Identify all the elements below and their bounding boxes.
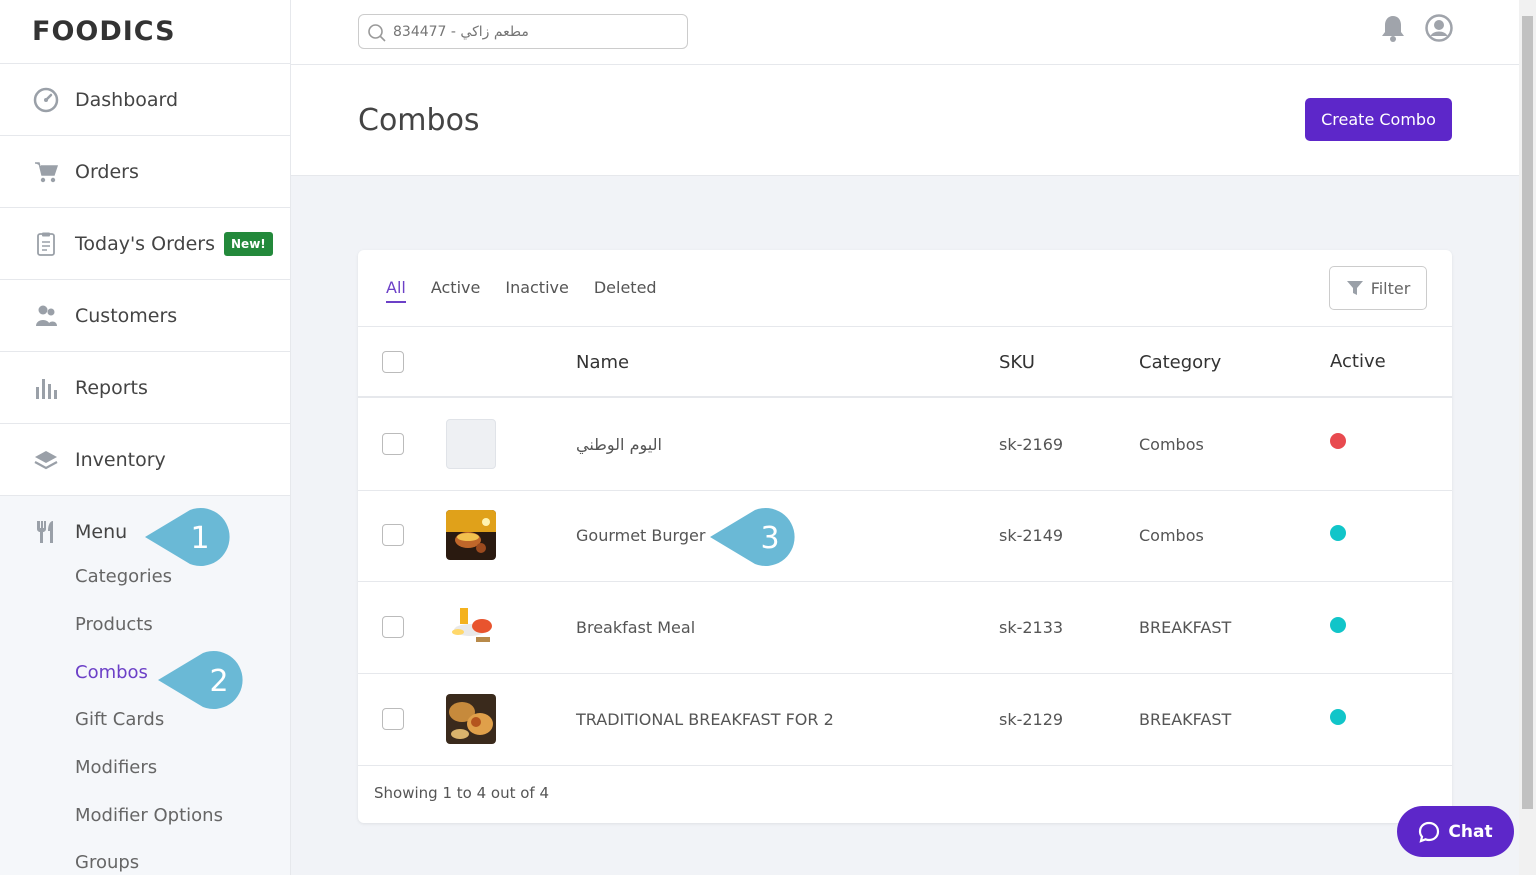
search-box[interactable] [358, 14, 688, 49]
sidebar-item-reports[interactable]: Reports [0, 352, 290, 424]
row-checkbox[interactable] [382, 433, 404, 455]
chat-bubble-icon [1418, 821, 1440, 843]
burger-image [446, 510, 496, 560]
sidebar-subitem-products[interactable]: Products [0, 601, 290, 649]
combo-name: Gourmet Burger [576, 526, 705, 545]
logo-text: FOODICS [32, 16, 176, 47]
sidebar-item-label: Reports [75, 377, 148, 399]
layers-icon [32, 446, 60, 474]
row-checkbox[interactable] [382, 524, 404, 546]
column-header-active[interactable]: Active [1330, 351, 1386, 372]
pagination-summary: Showing 1 to 4 out of 4 [374, 784, 549, 802]
callout-number: 3 [760, 521, 779, 556]
combo-category: Combos [1139, 435, 1204, 454]
table-header: Name SKU Category Active [358, 326, 1452, 398]
sidebar-item-orders[interactable]: Orders [0, 136, 290, 208]
combo-name: Breakfast Meal [576, 618, 695, 637]
sidebar-item-label: Inventory [75, 449, 166, 471]
sidebar-item-label: Today's Orders [75, 233, 215, 255]
filter-label: Filter [1371, 279, 1411, 298]
combo-sku: sk-2129 [999, 710, 1063, 729]
sidebar-item-inventory[interactable]: Inventory [0, 424, 290, 496]
combo-name: اليوم الوطني [576, 435, 662, 454]
sidebar-item-label: Orders [75, 161, 139, 183]
combo-sku: sk-2133 [999, 618, 1063, 637]
sidebar-item-dashboard[interactable]: Dashboard [0, 64, 290, 136]
table-row[interactable]: TRADITIONAL BREAKFAST FOR 2 sk-2129 BREA… [358, 674, 1452, 766]
sidebar-item-label: Dashboard [75, 89, 178, 111]
sidebar-item-label: Menu [75, 521, 127, 543]
foodics-logo[interactable]: FOODICS [0, 0, 290, 64]
page-header: Combos Create Combo [291, 65, 1519, 176]
active-status-dot [1330, 617, 1346, 633]
combo-sku: sk-2149 [999, 526, 1063, 545]
callout-marker: 2 [158, 649, 255, 711]
callout-number: 1 [190, 521, 209, 556]
column-header-sku[interactable]: SKU [999, 352, 1035, 373]
row-checkbox[interactable] [382, 708, 404, 730]
sidebar-item-label: Customers [75, 305, 177, 327]
combo-category: BREAKFAST [1139, 710, 1231, 729]
create-combo-button[interactable]: Create Combo [1305, 98, 1452, 141]
page-title: Combos [358, 103, 480, 138]
search-input[interactable] [393, 24, 673, 40]
column-header-name[interactable]: Name [576, 352, 629, 373]
status-tabs: All Active Inactive Deleted [386, 278, 657, 303]
column-header-category[interactable]: Category [1139, 352, 1221, 373]
bell-icon[interactable] [1380, 14, 1406, 46]
tab-inactive[interactable]: Inactive [505, 278, 569, 303]
combo-category: Combos [1139, 526, 1204, 545]
combos-table-card: All Active Inactive Deleted Filter Name … [358, 250, 1452, 823]
tab-deleted[interactable]: Deleted [594, 278, 657, 303]
top-bar [291, 0, 1519, 65]
clipboard-icon [32, 230, 60, 258]
select-all-checkbox[interactable] [382, 351, 404, 373]
table-row[interactable]: Breakfast Meal sk-2133 BREAKFAST [358, 582, 1452, 674]
traditional-breakfast-image [446, 694, 496, 744]
scrollbar-thumb[interactable] [1522, 16, 1533, 809]
combo-name: TRADITIONAL BREAKFAST FOR 2 [576, 710, 834, 729]
sidebar-subitem-modifier-options[interactable]: Modifier Options [0, 791, 290, 839]
breakfast-image [446, 602, 496, 652]
combo-sku: sk-2169 [999, 435, 1063, 454]
filter-button[interactable]: Filter [1329, 266, 1427, 310]
customers-icon [32, 302, 60, 330]
combo-category: BREAKFAST [1139, 618, 1231, 637]
utensils-icon [32, 518, 60, 546]
sidebar-subitem-modifiers[interactable]: Modifiers [0, 744, 290, 792]
table-row[interactable]: Gourmet Burger sk-2149 Combos [358, 490, 1452, 582]
active-status-dot [1330, 525, 1346, 541]
vertical-scrollbar[interactable] [1519, 0, 1536, 875]
callout-number: 2 [209, 664, 228, 699]
callout-marker: 3 [710, 506, 807, 568]
callout-marker: 1 [145, 506, 242, 568]
active-status-dot [1330, 709, 1346, 725]
sidebar: FOODICS Dashboard Orders Today's Orders … [0, 0, 291, 875]
sidebar-item-todays-orders[interactable]: Today's Orders New! [0, 208, 290, 280]
inactive-status-dot [1330, 433, 1346, 449]
dashboard-icon [32, 86, 60, 114]
filter-icon [1346, 280, 1364, 296]
placeholder-image [446, 419, 496, 469]
sidebar-item-customers[interactable]: Customers [0, 280, 290, 352]
sidebar-subitem-groups[interactable]: Groups [0, 839, 290, 875]
chat-label: Chat [1448, 822, 1492, 842]
search-icon [367, 23, 387, 43]
user-avatar-icon[interactable] [1425, 14, 1453, 46]
tab-all[interactable]: All [386, 278, 406, 303]
table-row[interactable]: اليوم الوطني sk-2169 Combos [358, 399, 1452, 491]
bar-chart-icon [32, 374, 60, 402]
row-checkbox[interactable] [382, 616, 404, 638]
new-badge: New! [224, 232, 273, 256]
tab-active[interactable]: Active [431, 278, 481, 303]
cart-icon [32, 158, 60, 186]
chat-button[interactable]: Chat [1397, 806, 1514, 857]
